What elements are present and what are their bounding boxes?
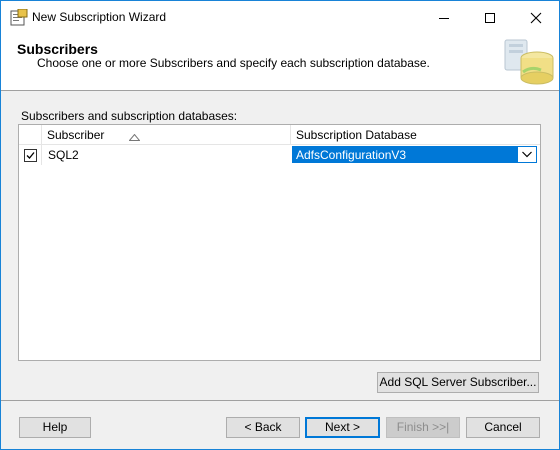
row-check-cell (19, 145, 42, 165)
window-title: New Subscription Wizard (32, 10, 167, 24)
add-subscriber-button[interactable]: Add SQL Server Subscriber... (377, 372, 539, 393)
column-header-database[interactable]: Subscription Database (291, 125, 540, 145)
footer-divider (1, 400, 559, 401)
subscribers-grid[interactable]: Subscriber Subscription Database SQL2 Ad… (18, 124, 541, 361)
database-illustration-icon (497, 36, 559, 90)
column-header-database-label: Subscription Database (296, 128, 417, 142)
dropdown-button[interactable] (518, 147, 536, 162)
column-header-subscriber-label: Subscriber (47, 128, 105, 142)
title-bar[interactable]: New Subscription Wizard (1, 1, 559, 34)
subscriber-name: SQL2 (48, 148, 79, 162)
chevron-down-icon (522, 151, 532, 158)
grid-label: Subscribers and subscription databases: (21, 109, 238, 123)
maximize-button[interactable] (467, 1, 513, 34)
page-title: Subscribers (17, 41, 98, 57)
close-icon (530, 12, 542, 24)
cancel-button[interactable]: Cancel (466, 417, 540, 438)
page-subtitle: Choose one or more Subscribers and speci… (37, 56, 430, 70)
sort-ascending-icon (128, 130, 141, 144)
minimize-button[interactable] (421, 1, 467, 34)
help-button[interactable]: Help (19, 417, 91, 438)
next-button[interactable]: Next > (305, 417, 380, 438)
maximize-icon (485, 13, 495, 23)
checkmark-icon (26, 152, 35, 159)
subscription-database-value: AdfsConfigurationV3 (296, 148, 407, 162)
column-header-check[interactable] (19, 125, 42, 145)
wizard-window: New Subscription Wizard Subscribers Choo… (0, 0, 560, 450)
wizard-header: Subscribers Choose one or more Subscribe… (1, 34, 559, 91)
column-header-subscriber[interactable]: Subscriber (42, 125, 291, 145)
subscriber-checkbox[interactable] (24, 149, 37, 162)
close-button[interactable] (513, 1, 559, 34)
wizard-icon (10, 8, 28, 27)
minimize-icon (439, 18, 449, 19)
table-row[interactable]: SQL2 AdfsConfigurationV3 (19, 145, 540, 165)
subscription-database-select[interactable]: AdfsConfigurationV3 (292, 146, 537, 163)
back-button[interactable]: < Back (226, 417, 300, 438)
finish-button[interactable]: Finish >>| (386, 417, 460, 438)
